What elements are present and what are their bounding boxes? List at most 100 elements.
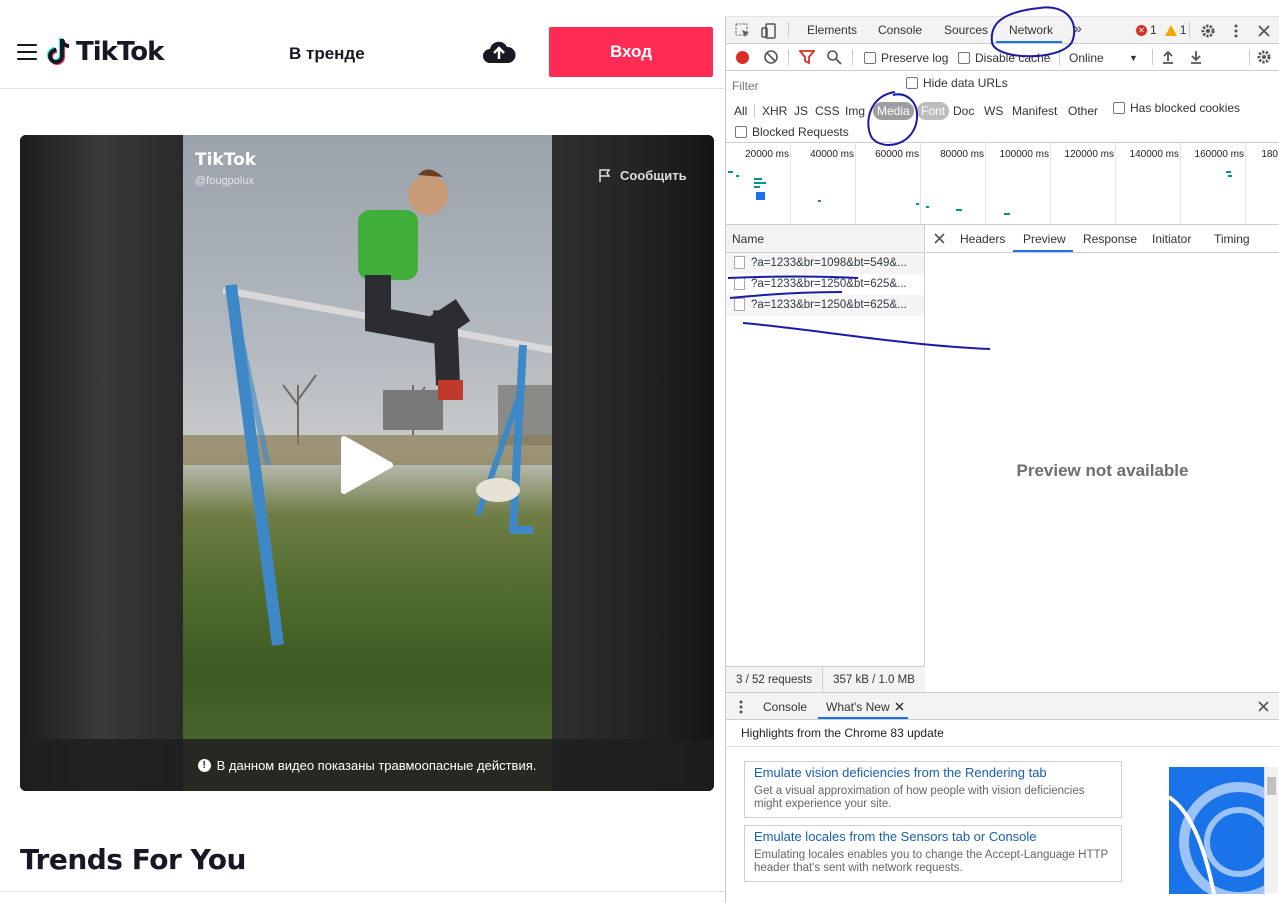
disable-cache-checkbox[interactable]: Disable cache — [958, 51, 1050, 65]
more-options-icon[interactable] — [1228, 23, 1244, 39]
tiktok-logo[interactable]: TikTok — [46, 35, 164, 69]
card-description: Emulating locales enables you to change … — [754, 849, 1108, 874]
type-filter-media[interactable]: Media — [873, 102, 914, 120]
whats-new-card[interactable]: Emulate vision deficiencies from the Ren… — [744, 761, 1122, 818]
record-icon[interactable] — [736, 51, 749, 64]
has-blocked-cookies-checkbox[interactable]: Has blocked cookies — [1113, 101, 1240, 115]
tab-response[interactable]: Response — [1083, 232, 1137, 246]
type-filter-xhr[interactable]: XHR — [758, 102, 791, 120]
checkbox-box — [864, 52, 876, 64]
illustration-graphic — [1169, 782, 1265, 894]
preserve-log-checkbox[interactable]: Preserve log — [864, 51, 948, 65]
tab-preview[interactable]: Preview — [1023, 232, 1066, 246]
request-row[interactable]: ?a=1233&br=1098&bt=549&... — [726, 253, 924, 274]
type-filter-font[interactable]: Font — [917, 102, 950, 120]
drawer-scrollbar[interactable] — [1264, 767, 1278, 893]
watermark-username: @fougpolux — [195, 175, 254, 187]
whats-new-card[interactable]: Emulate locales from the Sensors tab or … — [744, 825, 1122, 882]
network-overview-timeline[interactable]: 20000 ms 40000 ms 60000 ms 80000 ms 1000… — [726, 143, 1279, 225]
close-drawer-icon[interactable] — [1258, 701, 1269, 712]
overview-tick: 120000 ms — [1064, 149, 1114, 160]
active-drawer-tab-indicator — [818, 717, 908, 719]
error-icon: ✕ — [1136, 24, 1147, 36]
tab-initiator[interactable]: Initiator — [1152, 232, 1191, 246]
tab-timing[interactable]: Timing — [1214, 232, 1250, 246]
disable-cache-label: Disable cache — [975, 51, 1051, 65]
card-title[interactable]: Emulate locales from the Sensors tab or … — [754, 829, 1112, 844]
throttling-value: Online — [1069, 51, 1104, 65]
request-count: 3 / 52 requests — [736, 673, 813, 686]
network-settings-gear-icon[interactable] — [1256, 49, 1272, 65]
overview-tick: 40000 ms — [810, 149, 854, 160]
toolbar-separator — [1059, 49, 1060, 65]
tab-console[interactable]: Console — [878, 23, 922, 37]
inspect-element-icon[interactable] — [735, 23, 751, 39]
tab-sources[interactable]: Sources — [944, 23, 988, 37]
device-toolbar-icon[interactable] — [761, 23, 777, 39]
drawer-tab-console[interactable]: Console — [763, 700, 807, 714]
export-har-icon[interactable] — [1188, 49, 1204, 65]
scrollbar-thumb[interactable] — [1267, 777, 1276, 795]
play-icon[interactable] — [340, 435, 394, 495]
type-filter-manifest[interactable]: Manifest — [1008, 102, 1061, 120]
close-tab-icon[interactable] — [895, 702, 904, 711]
drawer-tab-whats-new[interactable]: What's New — [826, 700, 890, 714]
waterfall-mark — [754, 178, 762, 180]
tiktok-note-icon — [47, 38, 70, 65]
network-filter-bar: Hide data URLs All XHR JS CSS Img Media … — [726, 71, 1279, 143]
throttling-select[interactable]: Online — [1069, 51, 1104, 65]
tiktok-page: TikTok В тренде Вход TikTok @fougpolux С… — [0, 0, 725, 903]
waterfall-mark — [736, 175, 739, 177]
waterfall-mark — [1004, 213, 1010, 215]
overview-tick: 140000 ms — [1129, 149, 1179, 160]
tab-headers[interactable]: Headers — [960, 232, 1005, 246]
waterfall-mark — [818, 200, 821, 202]
type-filter-ws[interactable]: WS — [980, 102, 1007, 120]
close-detail-icon[interactable] — [934, 233, 945, 244]
blocked-requests-checkbox[interactable]: Blocked Requests — [735, 125, 849, 139]
active-detail-tab-indicator — [1013, 250, 1073, 252]
request-row[interactable]: ?a=1233&br=1250&bt=625&... — [726, 274, 924, 295]
type-filter-other[interactable]: Other — [1064, 102, 1102, 120]
tabbar-separator — [788, 22, 789, 38]
hide-data-urls-label: Hide data URLs — [923, 76, 1008, 90]
import-har-icon[interactable] — [1160, 49, 1176, 65]
type-filter-css[interactable]: CSS — [811, 102, 844, 120]
tab-elements[interactable]: Elements — [807, 23, 857, 37]
card-title[interactable]: Emulate vision deficiencies from the Ren… — [754, 765, 1112, 780]
request-name: ?a=1233&br=1250&bt=625&... — [751, 278, 907, 290]
tiktok-header: TikTok В тренде Вход — [0, 17, 725, 89]
settings-gear-icon[interactable] — [1200, 23, 1216, 39]
type-filter-img[interactable]: Img — [841, 102, 869, 120]
tab-network[interactable]: Network — [1009, 23, 1053, 37]
upload-cloud-icon[interactable] — [482, 39, 516, 65]
waterfall-mark — [728, 171, 733, 173]
drawer-menu-icon[interactable] — [739, 700, 743, 714]
type-filter-js[interactable]: JS — [790, 102, 812, 120]
more-tabs-icon[interactable]: » — [1074, 20, 1082, 36]
video-player[interactable]: TikTok @fougpolux Сообщить ! В данном ви… — [20, 135, 714, 791]
close-devtools-icon[interactable] — [1256, 23, 1272, 39]
name-column-header[interactable]: Name — [726, 225, 924, 253]
overview-tick: 180 — [1261, 149, 1278, 160]
trending-link[interactable]: В тренде — [289, 44, 365, 64]
waterfall-mark — [1226, 171, 1231, 173]
menu-icon[interactable] — [17, 44, 37, 60]
hide-data-urls-checkbox[interactable]: Hide data URLs — [906, 76, 1008, 90]
clear-icon[interactable] — [763, 49, 779, 65]
search-icon[interactable] — [826, 49, 842, 65]
login-button[interactable]: Вход — [549, 27, 713, 77]
type-filter-all[interactable]: All — [730, 102, 751, 120]
issues-counter[interactable]: ✕ 1 1 — [1136, 23, 1186, 37]
filter-input[interactable] — [732, 77, 892, 95]
whats-new-subtitle: Highlights from the Chrome 83 update — [726, 720, 1279, 747]
video-blur-left — [20, 135, 183, 791]
type-filter-doc[interactable]: Doc — [949, 102, 978, 120]
report-button[interactable]: Сообщить — [598, 168, 687, 183]
filter-funnel-icon[interactable] — [799, 49, 815, 65]
error-count: 1 — [1150, 23, 1157, 37]
devtools-tabbar: Elements Console Sources Network » ✕ 1 1 — [726, 17, 1279, 44]
chevron-down-icon[interactable]: ▼ — [1129, 53, 1138, 63]
request-row[interactable]: ?a=1233&br=1250&bt=625&... — [726, 295, 924, 316]
warning-icon — [1164, 24, 1177, 36]
